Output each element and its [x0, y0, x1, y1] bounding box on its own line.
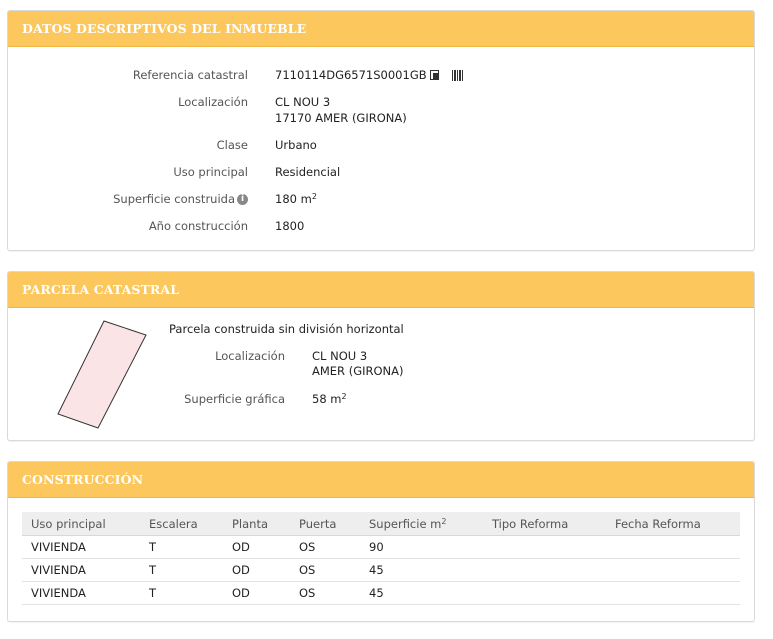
referencia-row: Referencia catastral 7110114DG6571S0001G…: [8, 67, 754, 83]
cell-puerta: OS: [290, 581, 360, 605]
col-planta: Planta: [223, 512, 290, 536]
cell-escalera: T: [140, 558, 223, 582]
anio-label: Año construcción: [148, 219, 248, 233]
parcela-superficie-label: Superficie gráfica: [184, 392, 285, 406]
col-tipo-reforma: Tipo Reforma: [483, 512, 606, 536]
parcela-localizacion-line1: CL NOU 3: [312, 349, 368, 363]
cell-superficie: 45: [360, 558, 483, 582]
cell-tipo-reforma: [483, 558, 606, 582]
referencia-label: Referencia catastral: [132, 68, 248, 82]
parcela-localizacion-row: Localización CL NOU 3 AMER (GIRONA): [8, 348, 754, 378]
cell-fecha-reforma: [606, 535, 740, 559]
col-fecha-reforma: Fecha Reforma: [606, 512, 740, 536]
cell-puerta: OS: [290, 535, 360, 559]
cell-escalera: T: [140, 581, 223, 605]
localizacion-label: Localización: [178, 95, 248, 109]
cell-fecha-reforma: [606, 581, 740, 605]
cell-planta: OD: [223, 558, 290, 582]
superficie-value: 180 m: [275, 192, 312, 206]
parcela-superficie-value-wrap: 58 m2: [312, 391, 347, 407]
parcela-superficie-value: 58 m: [312, 392, 342, 406]
localizacion-line1: CL NOU 3: [275, 95, 331, 109]
construccion-panel: CONSTRUCCIÓN Uso principal Escalera Plan…: [7, 461, 755, 622]
cell-uso: VIVIENDA: [22, 535, 140, 559]
uso-label: Uso principal: [173, 165, 248, 179]
clase-value: Urbano: [275, 138, 317, 152]
referencia-value[interactable]: 7110114DG6571S0001GB: [275, 68, 427, 82]
cell-uso: VIVIENDA: [22, 558, 140, 582]
table-header-row: Uso principal Escalera Planta Puerta Sup…: [22, 512, 740, 536]
anio-row: Año construcción 1800: [8, 218, 754, 234]
datos-inmueble-panel: DATOS DESCRIPTIVOS DEL INMUEBLE Referenc…: [7, 10, 755, 251]
superficie-label-wrap: Superficie construida i: [113, 191, 248, 207]
superficie-unit-exp: 2: [311, 192, 317, 201]
parcela-title: PARCELA CATASTRAL: [8, 272, 754, 308]
cell-escalera: T: [140, 535, 223, 559]
construccion-table: Uso principal Escalera Planta Puerta Sup…: [22, 512, 740, 605]
parcela-superficie-unit-exp: 2: [341, 392, 347, 401]
clase-row: Clase Urbano: [8, 137, 754, 153]
localizacion-row: Localización CL NOU 3 17170 AMER (GIRONA…: [8, 94, 754, 125]
parcela-polygon: [57, 320, 147, 429]
parcela-description: Parcela construida sin división horizont…: [169, 322, 404, 336]
cell-puerta: OS: [290, 558, 360, 582]
table-row: VIVIENDA T OD OS 45: [22, 581, 740, 605]
cell-tipo-reforma: [483, 535, 606, 559]
col-superficie-label: Superficie m: [369, 516, 442, 531]
barcode-icon[interactable]: [451, 70, 464, 81]
cell-planta: OD: [223, 581, 290, 605]
uso-row: Uso principal Residencial: [8, 164, 754, 180]
cell-uso: VIVIENDA: [22, 581, 140, 605]
parcela-panel: PARCELA CATASTRAL Parcela construida sin…: [7, 271, 755, 441]
cell-fecha-reforma: [606, 558, 740, 582]
col-superficie-exp: 2: [441, 516, 447, 526]
clase-label: Clase: [216, 138, 248, 152]
cell-superficie: 45: [360, 581, 483, 605]
cell-superficie: 90: [360, 535, 483, 559]
cell-planta: OD: [223, 535, 290, 559]
parcela-superficie-row: Superficie gráfica 58 m2: [8, 391, 754, 407]
parcela-shape-image[interactable]: [54, 318, 154, 430]
cell-tipo-reforma: [483, 581, 606, 605]
copy-icon[interactable]: [429, 70, 440, 81]
table-row: VIVIENDA T OD OS 45: [22, 558, 740, 582]
localizacion-line2: 17170 AMER (GIRONA): [275, 111, 407, 125]
col-puerta: Puerta: [290, 512, 360, 536]
superficie-value-wrap: 180 m2: [275, 191, 317, 207]
superficie-label: Superficie construida: [113, 192, 235, 206]
datos-inmueble-title: DATOS DESCRIPTIVOS DEL INMUEBLE: [8, 11, 754, 47]
col-superficie: Superficie m2: [360, 512, 483, 536]
referencia-value-wrap: 7110114DG6571S0001GB: [275, 67, 464, 83]
construccion-title: CONSTRUCCIÓN: [8, 462, 754, 498]
col-escalera: Escalera: [140, 512, 223, 536]
anio-value: 1800: [275, 219, 305, 233]
superficie-row: Superficie construida i 180 m2: [8, 191, 754, 207]
uso-value: Residencial: [275, 165, 341, 179]
col-uso-principal: Uso principal: [22, 512, 140, 536]
parcela-localizacion-line2: AMER (GIRONA): [312, 364, 404, 378]
info-icon[interactable]: i: [237, 194, 248, 205]
table-row: VIVIENDA T OD OS 90: [22, 535, 740, 559]
parcela-localizacion-label: Localización: [215, 349, 285, 363]
